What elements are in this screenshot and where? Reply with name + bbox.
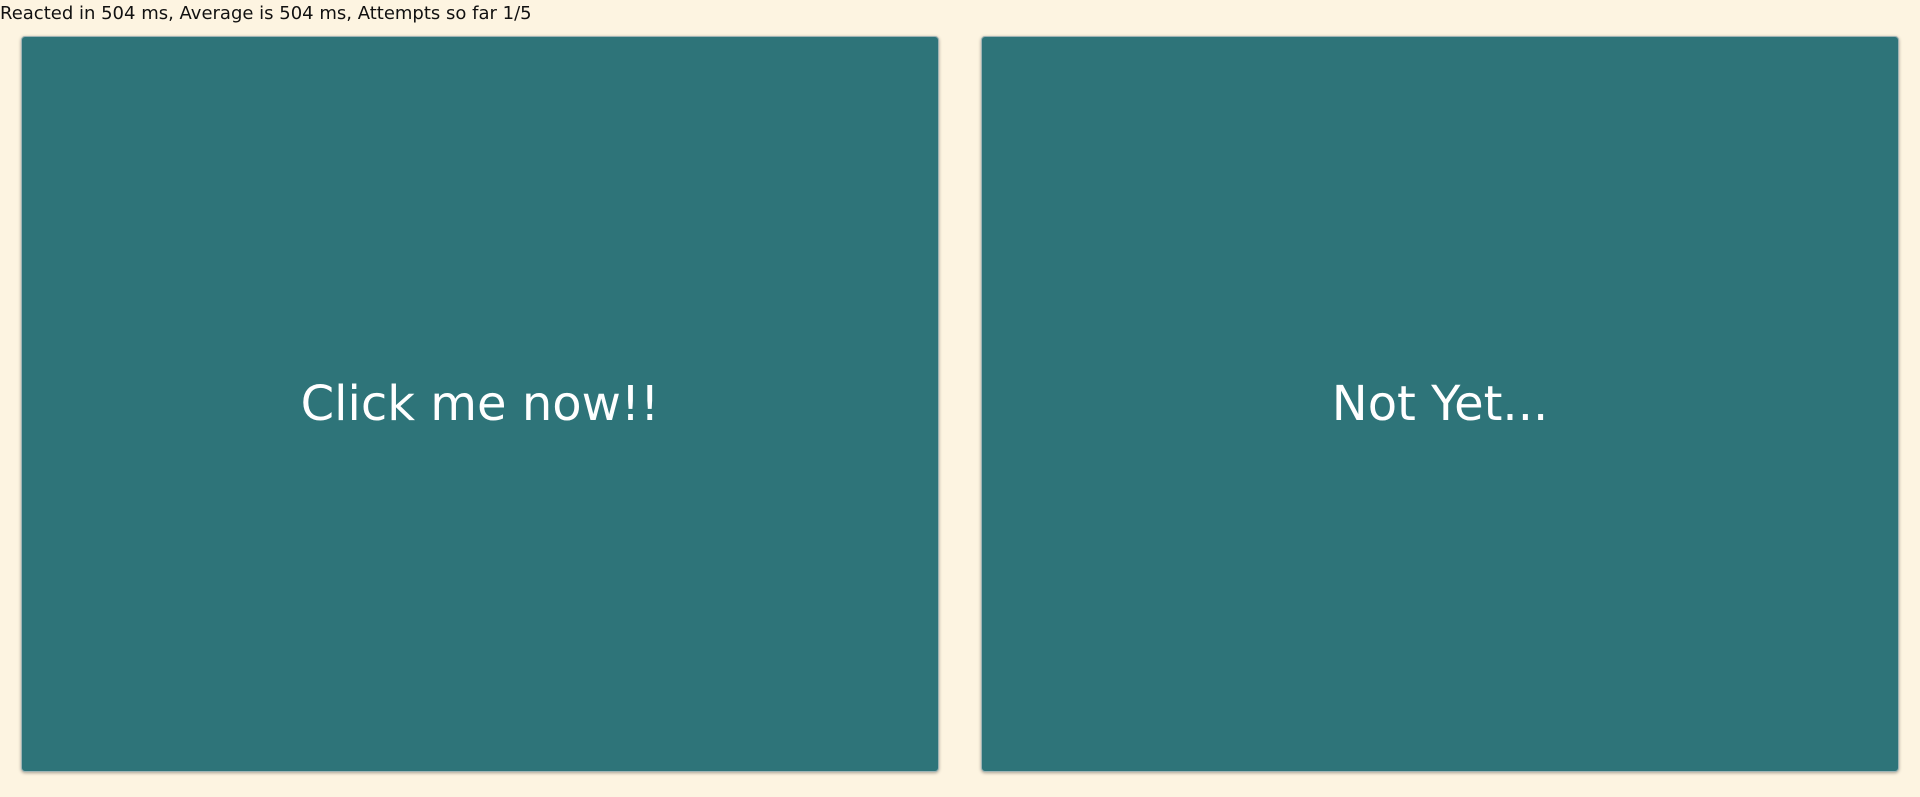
click-target-panel-left[interactable]: Click me now!! bbox=[21, 36, 939, 772]
panel-left-label: Click me now!! bbox=[300, 376, 660, 432]
reaction-status-text: Reacted in 504 ms, Average is 504 ms, At… bbox=[0, 3, 532, 24]
click-target-panel-right[interactable]: Not Yet... bbox=[981, 36, 1899, 772]
panel-right-label: Not Yet... bbox=[1331, 376, 1549, 432]
